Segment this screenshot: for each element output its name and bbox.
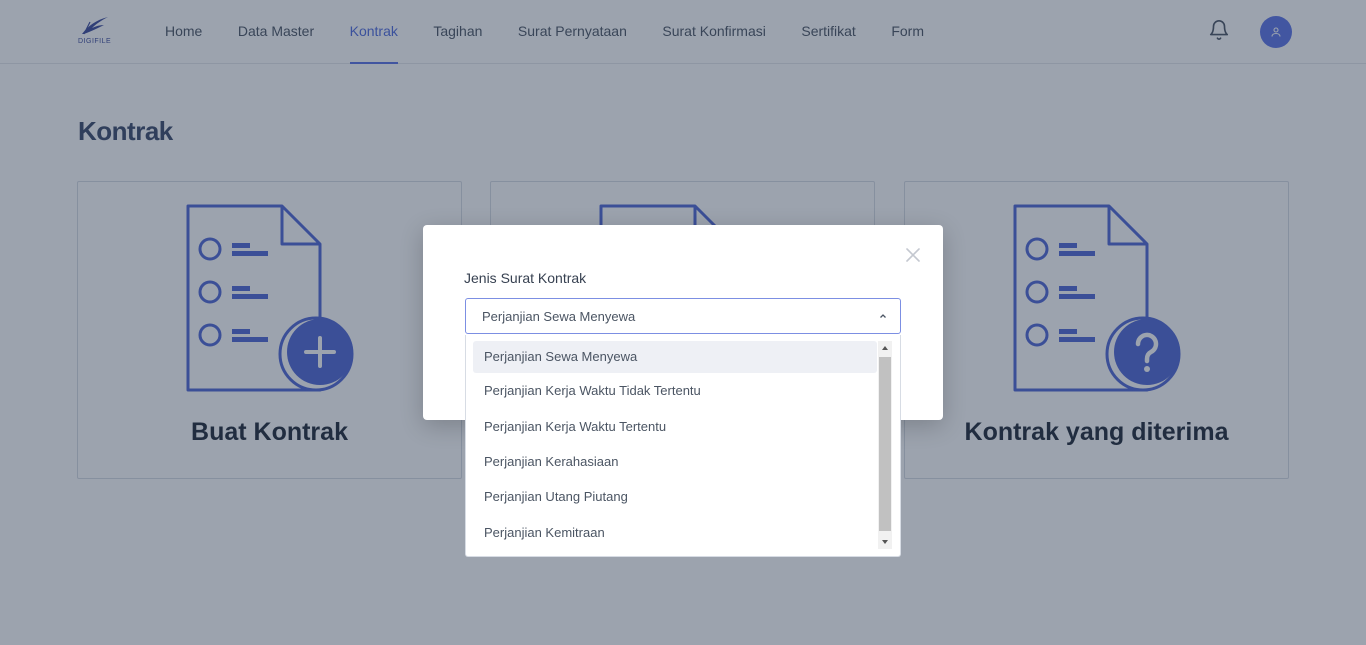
scroll-down-icon[interactable] [878,535,892,549]
scroll-up-icon[interactable] [878,341,892,355]
chevron-up-icon [880,314,886,318]
close-icon[interactable] [905,247,921,263]
option-utang-piutang[interactable]: Perjanjian Utang Piutang [473,481,877,513]
option-pkwt[interactable]: Perjanjian Kerja Waktu Tertentu [473,411,877,443]
dropdown-scrollbar[interactable] [878,341,892,549]
jenis-kontrak-select[interactable]: Perjanjian Sewa Menyewa [465,298,901,334]
option-kerahasiaan[interactable]: Perjanjian Kerahasiaan [473,446,877,478]
select-value: Perjanjian Sewa Menyewa [482,309,636,324]
option-kemitraan[interactable]: Perjanjian Kemitraan [473,517,877,549]
jenis-kontrak-dropdown: Perjanjian Sewa Menyewa Perjanjian Kerja… [465,335,901,557]
field-label: Jenis Surat Kontrak [464,270,587,286]
option-sewa-menyewa[interactable]: Perjanjian Sewa Menyewa [473,341,877,373]
option-pkwtt[interactable]: Perjanjian Kerja Waktu Tidak Tertentu [473,375,877,407]
scroll-thumb[interactable] [879,357,891,531]
